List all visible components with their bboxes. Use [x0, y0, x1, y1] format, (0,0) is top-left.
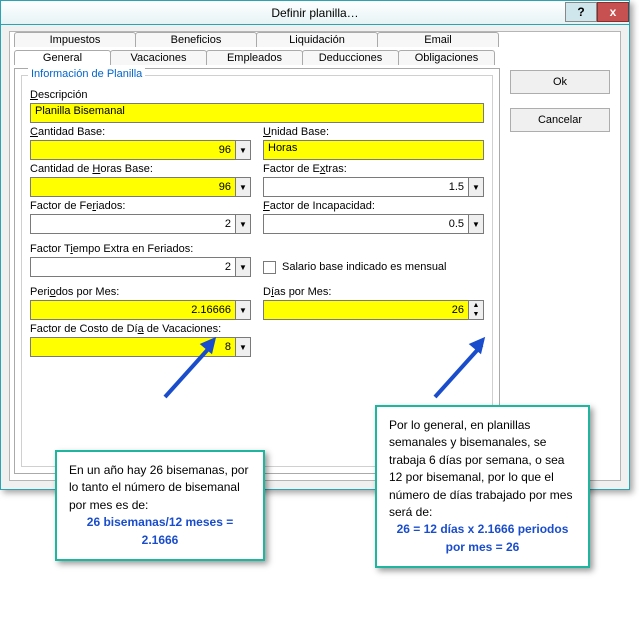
combo-cantidad-base[interactable]: 96 ▼	[30, 140, 251, 160]
tab-empleados[interactable]: Empleados	[206, 50, 303, 65]
tab-deducciones[interactable]: Deducciones	[302, 50, 399, 65]
chevron-down-icon[interactable]: ▼	[235, 214, 251, 234]
combo-periodos-mes[interactable]: 2.16666 ▼	[30, 300, 251, 320]
cancel-button[interactable]: Cancelar	[510, 108, 610, 132]
combo-cantidad-base-value: 96	[30, 140, 235, 160]
combo-cant-horas[interactable]: 96 ▼	[30, 177, 251, 197]
label-factor-extras: Factor de Extras:	[263, 163, 484, 175]
window-title: Definir planilla…	[1, 6, 629, 20]
callout-right: Por lo general, en planillas semanales y…	[375, 405, 590, 568]
chevron-up-icon[interactable]: ▲	[469, 301, 483, 310]
tab-vacaciones[interactable]: Vacaciones	[110, 50, 207, 65]
chevron-down-icon[interactable]: ▼	[235, 140, 251, 160]
combo-cant-horas-value: 96	[30, 177, 235, 197]
label-factor-tiempo: Factor Tiempo Extra en Feriados:	[30, 243, 251, 255]
label-descripcion: Descripción	[30, 89, 484, 101]
combo-factor-feriados-value: 2	[30, 214, 235, 234]
chevron-down-icon[interactable]: ▼	[235, 177, 251, 197]
label-factor-vac: Factor de Costo de Día de Vacaciones:	[30, 323, 251, 335]
group-legend: Información de Planilla	[28, 68, 145, 80]
combo-factor-tiempo[interactable]: 2 ▼	[30, 257, 251, 277]
chevron-down-icon[interactable]: ▼	[235, 337, 251, 357]
callout-right-text: Por lo general, en planillas semanales y…	[389, 417, 576, 521]
callout-left-text: En un año hay 26 bisemanas, por lo tanto…	[69, 462, 251, 514]
label-cantidad-base: Cantidad Base:	[30, 126, 251, 138]
label-dias-mes: Días por Mes:	[263, 286, 484, 298]
close-button[interactable]: x	[597, 2, 629, 22]
chevron-down-icon[interactable]: ▼	[235, 257, 251, 277]
chevron-down-icon[interactable]: ▼	[468, 214, 484, 234]
label-periodos-mes: Periodos por Mes:	[30, 286, 251, 298]
tab-obligaciones[interactable]: Obligaciones	[398, 50, 495, 65]
label-factor-feriados: Factor de Feriados:	[30, 200, 251, 212]
spin-dias-mes-value: 26	[263, 300, 468, 320]
combo-factor-extras[interactable]: 1.5 ▼	[263, 177, 484, 197]
help-button[interactable]: ?	[565, 2, 597, 22]
ok-button[interactable]: Ok	[510, 70, 610, 94]
combo-periodos-mes-value: 2.16666	[30, 300, 235, 320]
checkbox-salario-mensual[interactable]: Salario base indicado es mensual	[263, 257, 484, 277]
checkbox-box[interactable]	[263, 261, 276, 274]
chevron-down-icon[interactable]: ▼	[235, 300, 251, 320]
label-unidad-base: Unidad Base:	[263, 126, 484, 138]
tab-email[interactable]: Email	[377, 32, 499, 47]
callout-right-emph: 26 = 12 días x 2.1666 periodos por mes =…	[389, 521, 576, 556]
input-unidad-base[interactable]: Horas	[263, 140, 484, 160]
input-descripcion[interactable]: Planilla Bisemanal	[30, 103, 484, 123]
tab-beneficios[interactable]: Beneficios	[135, 32, 257, 47]
label-cant-horas: Cantidad de Horas Base:	[30, 163, 251, 175]
callout-left-emph: 26 bisemanas/12 meses = 2.1666	[69, 514, 251, 549]
tab-liquidacion[interactable]: Liquidación	[256, 32, 378, 47]
label-factor-incap: Factor de Incapacidad:	[263, 200, 484, 212]
tab-strip: Impuestos Beneficios Liquidación Email G…	[10, 32, 620, 70]
combo-factor-extras-value: 1.5	[263, 177, 468, 197]
tab-impuestos[interactable]: Impuestos	[14, 32, 136, 47]
combo-factor-feriados[interactable]: 2 ▼	[30, 214, 251, 234]
combo-factor-tiempo-value: 2	[30, 257, 235, 277]
titlebar: Definir planilla… ? x	[1, 1, 629, 25]
spin-dias-mes[interactable]: 26 ▲▼	[263, 300, 484, 320]
chevron-down-icon[interactable]: ▼	[469, 310, 483, 319]
chevron-down-icon[interactable]: ▼	[468, 177, 484, 197]
callout-left: En un año hay 26 bisemanas, por lo tanto…	[55, 450, 265, 561]
combo-factor-incap[interactable]: 0.5 ▼	[263, 214, 484, 234]
combo-factor-incap-value: 0.5	[263, 214, 468, 234]
label-salario-mensual: Salario base indicado es mensual	[282, 261, 447, 273]
tab-general[interactable]: General	[14, 50, 111, 65]
